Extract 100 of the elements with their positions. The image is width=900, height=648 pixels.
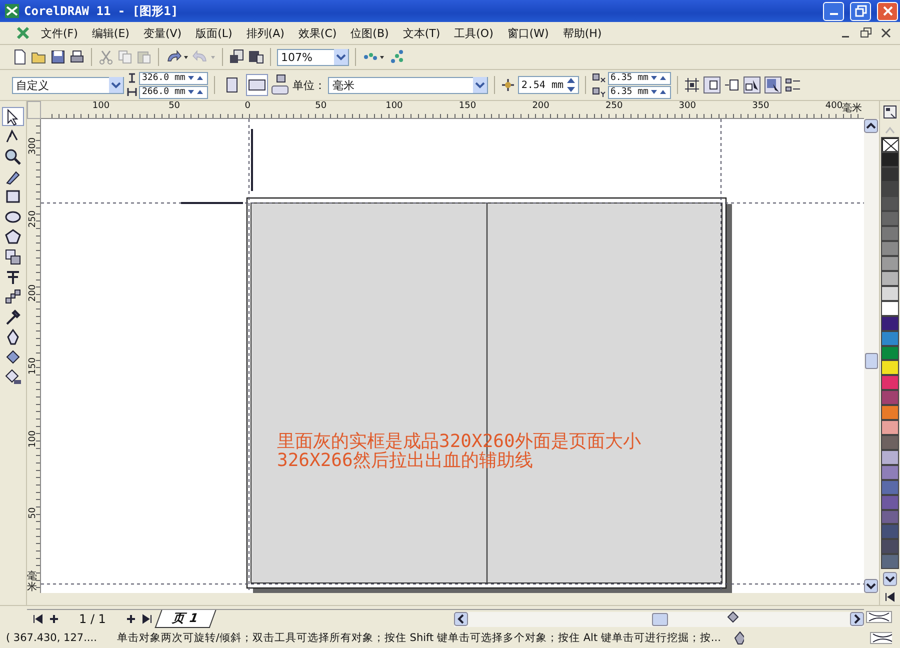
no-outline-icon[interactable] <box>870 632 892 644</box>
scroll-right-icon[interactable] <box>850 612 864 626</box>
bucket-icon <box>726 610 740 624</box>
color-swatch[interactable] <box>881 405 899 420</box>
color-swatch[interactable] <box>881 346 899 360</box>
color-swatch[interactable] <box>881 434 899 450</box>
color-swatch[interactable] <box>881 494 899 510</box>
cursor-coordinates: ( 367.430, 127.... <box>6 632 97 644</box>
pointer-square-icon[interactable] <box>764 76 782 94</box>
scroll-thumb[interactable] <box>865 353 878 369</box>
color-swatch[interactable] <box>881 420 899 435</box>
landscape-page-icon <box>248 78 266 92</box>
margin-icon[interactable] <box>724 77 740 93</box>
squares-icon <box>4 248 22 266</box>
color-swatch[interactable] <box>881 450 899 465</box>
color-swatch[interactable] <box>881 480 899 495</box>
steps-icon <box>4 288 22 306</box>
vertical-scrollbar[interactable] <box>864 119 879 593</box>
color-swatch[interactable] <box>881 360 899 376</box>
x-offset-icon <box>592 73 606 83</box>
color-swatch[interactable] <box>881 390 899 406</box>
color-swatch[interactable] <box>881 271 899 286</box>
nudge-field[interactable]: 2.54 mm <box>518 76 579 94</box>
color-swatch[interactable] <box>881 196 899 212</box>
color-swatch[interactable] <box>881 211 899 226</box>
pages-icon[interactable] <box>271 74 290 96</box>
page-tab[interactable]: 页 1 <box>154 610 216 628</box>
color-swatch[interactable] <box>881 152 899 167</box>
portrait-page-icon <box>225 77 240 93</box>
color-swatch[interactable] <box>881 241 899 256</box>
export-icon[interactable] <box>248 49 264 65</box>
scroll-down-icon[interactable] <box>864 579 878 593</box>
duplicate-x-field[interactable]: 6.35 mm <box>608 72 672 84</box>
printer-icon[interactable] <box>69 49 85 65</box>
ruler-label: 250 <box>606 101 623 111</box>
first-page-icon[interactable] <box>33 614 43 624</box>
color-swatch[interactable] <box>881 539 899 554</box>
list-icon[interactable] <box>785 77 802 93</box>
color-swatch[interactable] <box>881 316 899 331</box>
color-swatch[interactable] <box>881 330 899 346</box>
pick-tool[interactable] <box>2 107 24 126</box>
menu-item[interactable]: 排列(A) <box>239 26 292 40</box>
menu-item[interactable]: 文件(F) <box>34 26 85 40</box>
blank-page-icon[interactable] <box>12 49 28 65</box>
no-color-swatch[interactable] <box>881 136 899 152</box>
width-field[interactable]: 326.0 mm <box>139 72 208 84</box>
clipboard-icon[interactable] <box>136 49 152 65</box>
menu-item[interactable]: 位图(B) <box>344 26 396 40</box>
landscape-button[interactable] <box>246 74 268 96</box>
color-swatch[interactable] <box>881 300 899 316</box>
zoom-dropdown[interactable]: 107% <box>277 48 349 66</box>
close-button[interactable] <box>877 2 898 20</box>
color-swatch[interactable] <box>881 166 899 182</box>
horizontal-scrollbar[interactable] <box>454 612 864 626</box>
color-swatch[interactable] <box>881 554 899 570</box>
scroll-down-icon[interactable] <box>883 572 897 586</box>
menu-item[interactable]: 编辑(E) <box>84 26 136 40</box>
color-swatch[interactable] <box>881 256 899 271</box>
color-swatch[interactable] <box>881 182 899 196</box>
menu-item[interactable]: 变量(V) <box>136 26 189 40</box>
ruler-unit: 毫米 <box>842 102 862 115</box>
unit-dropdown[interactable]: 毫米 <box>328 76 488 94</box>
menu-item[interactable]: 窗口(W) <box>500 26 556 40</box>
caret-icon <box>334 49 348 65</box>
paper-size-dropdown[interactable]: 自定义 <box>12 76 124 94</box>
no-fill-icon[interactable] <box>866 610 892 622</box>
palette-menu-icon[interactable] <box>883 105 897 119</box>
scroll-left-icon[interactable] <box>454 612 468 626</box>
menu-item[interactable]: 效果(C) <box>291 26 344 40</box>
grid-icon[interactable] <box>684 77 700 93</box>
add-page-icon[interactable] <box>49 614 59 624</box>
color-swatch[interactable] <box>881 524 899 540</box>
scatter-icon[interactable] <box>389 49 405 65</box>
color-swatch[interactable] <box>881 510 899 524</box>
scroll-thumb[interactable] <box>652 612 668 626</box>
scroll-up-icon[interactable] <box>864 119 878 133</box>
restore-icon[interactable] <box>860 27 872 39</box>
first-color-icon[interactable] <box>885 592 895 602</box>
color-swatch[interactable] <box>881 375 899 390</box>
ruler-label: 0 <box>244 101 250 111</box>
pointer-box-icon[interactable] <box>743 76 762 94</box>
add-page-icon[interactable] <box>126 614 136 624</box>
minimize-button[interactable] <box>823 2 844 20</box>
polygon-tool[interactable] <box>2 227 24 246</box>
color-swatch[interactable] <box>881 286 899 301</box>
restore-button[interactable] <box>850 2 871 20</box>
duplicate-y-field[interactable]: 6.35 mm <box>608 86 672 98</box>
close-icon[interactable] <box>880 27 892 39</box>
color-swatch[interactable] <box>881 464 899 480</box>
last-page-icon[interactable] <box>142 614 152 624</box>
color-swatch[interactable] <box>881 226 899 242</box>
menu-item[interactable]: 帮助(H) <box>556 26 609 40</box>
document-icon <box>16 26 30 40</box>
height-field[interactable]: 266.0 mm <box>139 86 208 98</box>
menu-item[interactable]: 工具(O) <box>447 26 500 40</box>
rectangle-icon <box>4 188 22 206</box>
menu-item[interactable]: 文本(T) <box>396 26 448 40</box>
import-icon[interactable] <box>229 49 245 65</box>
bleed-icon[interactable] <box>703 76 722 94</box>
menu-item[interactable]: 版面(L) <box>188 26 240 40</box>
